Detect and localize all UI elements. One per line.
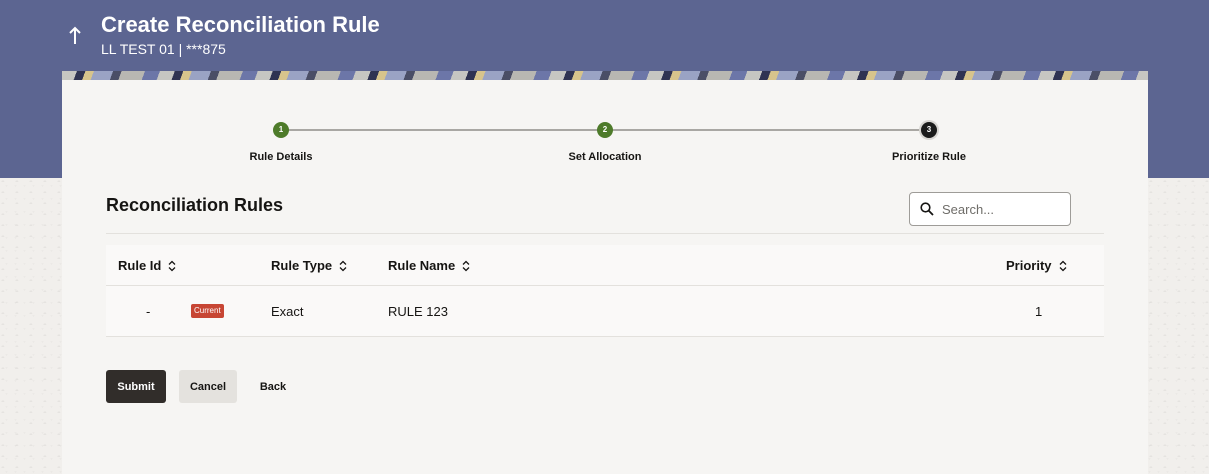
header-row-divider — [106, 285, 1104, 286]
column-header-label: Rule Name — [388, 258, 456, 273]
column-header-label: Priority — [1006, 258, 1052, 273]
arrow-up-icon[interactable] — [68, 22, 88, 46]
page-title: Create Reconciliation Rule — [101, 12, 380, 37]
stepper-connector — [612, 129, 930, 131]
main-card: 1 Rule Details 2 Set Allocation 3 Priori… — [62, 80, 1148, 474]
row-divider — [106, 336, 1104, 337]
column-header-rule-type[interactable]: Rule Type — [271, 258, 348, 274]
rules-table: Rule Id Rule Type Rule Name Priority - C… — [106, 245, 1104, 337]
status-badge: Current — [191, 304, 224, 318]
step-2-label: Set Allocation — [568, 151, 642, 163]
search-input[interactable] — [942, 200, 1062, 218]
sort-icon[interactable] — [461, 260, 471, 272]
cell-rule-id: - — [146, 304, 151, 319]
step-2-indicator: 2 — [597, 122, 613, 138]
cell-priority: 1 — [1035, 304, 1043, 319]
column-header-rule-id[interactable]: Rule Id — [118, 258, 177, 274]
back-button[interactable]: Back — [253, 370, 293, 403]
section-title: Reconciliation Rules — [106, 195, 284, 215]
section-divider — [106, 233, 1104, 234]
column-header-label: Rule Type — [271, 258, 333, 273]
submit-button[interactable]: Submit — [106, 370, 166, 403]
step-1-indicator: 1 — [273, 122, 289, 138]
column-header-rule-name[interactable]: Rule Name — [388, 258, 471, 274]
stepper-connector — [288, 129, 606, 131]
decorative-banner-strip — [62, 71, 1148, 80]
column-header-label: Rule Id — [118, 258, 162, 273]
step-1-label: Rule Details — [249, 151, 313, 163]
cell-rule-name: RULE 123 — [388, 304, 448, 319]
column-header-priority[interactable]: Priority — [1006, 258, 1068, 274]
sort-icon[interactable] — [338, 260, 348, 272]
account-subtitle: LL TEST 01 | ***875 — [101, 41, 226, 57]
search-icon — [920, 202, 934, 216]
step-3-label: Prioritize Rule — [892, 151, 966, 163]
sort-icon[interactable] — [167, 260, 177, 272]
cancel-button[interactable]: Cancel — [179, 370, 237, 403]
step-3-indicator: 3 — [921, 122, 937, 138]
search-box[interactable] — [909, 192, 1071, 226]
sort-icon[interactable] — [1058, 260, 1068, 272]
cell-rule-type: Exact — [271, 304, 304, 319]
